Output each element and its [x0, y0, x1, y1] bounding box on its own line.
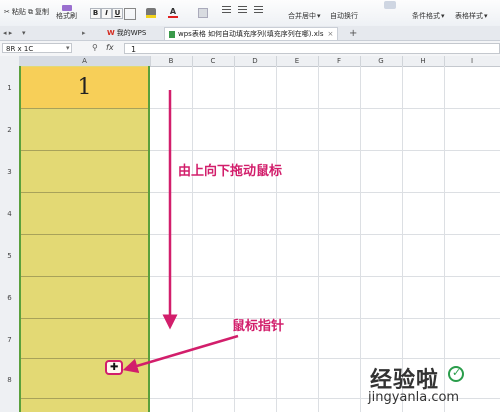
watermark-url: jingyanla.com	[368, 390, 460, 405]
annotation-arrows	[122, 90, 239, 374]
pointer-annotation: 鼠标指针	[232, 319, 285, 334]
check-icon: ✓	[448, 366, 464, 382]
pointer-arrow	[122, 334, 239, 374]
drag-annotation: 由上向下拖动鼠标	[178, 164, 283, 179]
watermark: 经验啦 ✓ jingyanla.com	[368, 362, 498, 410]
